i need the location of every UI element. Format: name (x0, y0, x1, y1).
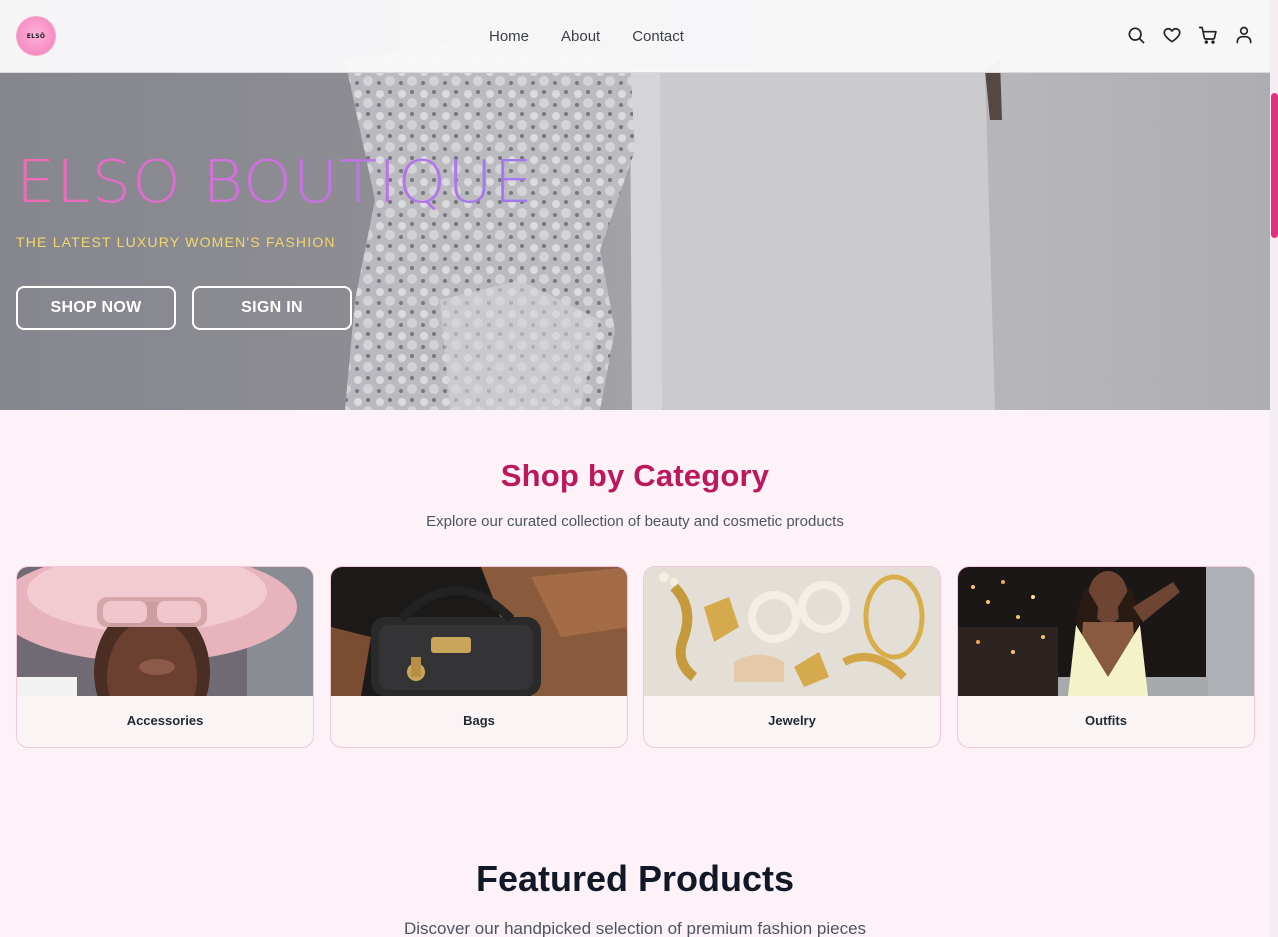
cart-icon[interactable] (1197, 24, 1219, 46)
featured-section-title: Featured Products (475, 858, 795, 899)
sign-in-button[interactable]: SIGN IN (192, 286, 352, 330)
featured-section-subtitle: Discover our handpicked selection of pre… (403, 919, 867, 937)
category-label: Outfits (1085, 713, 1127, 728)
header-actions (1125, 24, 1255, 46)
category-section-subtitle: Explore our curated collection of beauty… (426, 513, 844, 530)
nav-contact-link[interactable]: Contact (632, 27, 684, 47)
category-section-title: Shop by Category (500, 458, 770, 493)
category-card-bags[interactable]: Bags (330, 566, 628, 748)
search-icon[interactable] (1125, 24, 1147, 46)
category-image (17, 567, 313, 696)
main-nav: Home About Contact (489, 27, 684, 47)
page-scrollbar[interactable] (1270, 0, 1278, 937)
category-image (331, 567, 627, 696)
category-label: Jewelry (768, 713, 816, 728)
site-header: ELSŌ Home About Contact (0, 0, 1270, 73)
category-card-outfits[interactable]: Outfits (957, 566, 1255, 748)
hero-subtitle: THE LATEST LUXURY WOMEN'S FASHION (16, 234, 336, 250)
scrollbar-thumb[interactable] (1271, 93, 1278, 238)
nav-about-link[interactable]: About (561, 27, 600, 47)
category-image (644, 567, 940, 696)
logo-text: ELSŌ (26, 32, 46, 40)
hero-title: ELSO BOUTIQUE (16, 145, 534, 219)
shop-now-button[interactable]: SHOP NOW (16, 286, 176, 330)
user-icon[interactable] (1233, 24, 1255, 46)
category-label: Bags (463, 713, 495, 728)
heart-icon[interactable] (1161, 24, 1183, 46)
brand-logo[interactable]: ELSŌ (16, 16, 56, 56)
category-image (958, 567, 1254, 696)
nav-home-link[interactable]: Home (489, 27, 529, 47)
category-card-accessories[interactable]: Accessories (16, 566, 314, 748)
category-card-jewelry[interactable]: Jewelry (643, 566, 941, 748)
category-label: Accessories (126, 713, 204, 728)
